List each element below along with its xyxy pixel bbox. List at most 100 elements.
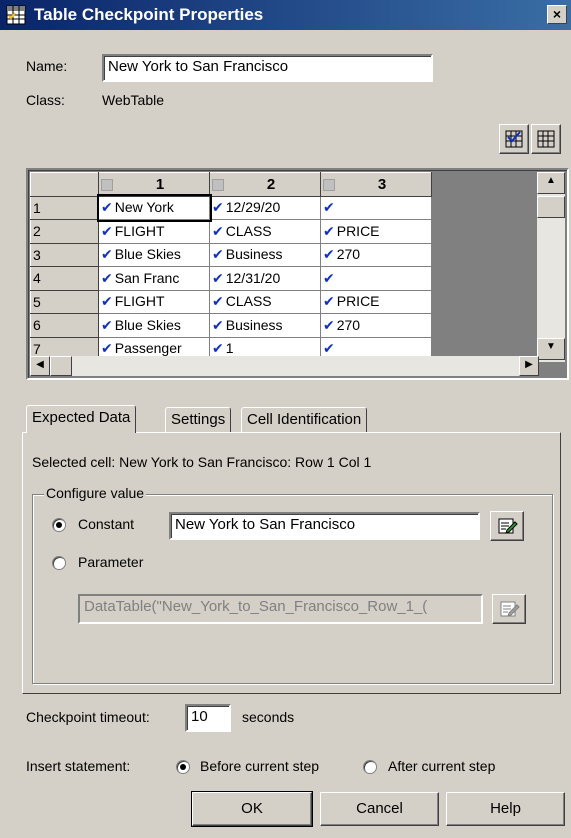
select-all-cells-button[interactable] xyxy=(499,124,529,154)
selected-cell-text: Selected cell: New York to San Francisco… xyxy=(32,454,372,470)
scroll-thumb[interactable] xyxy=(537,196,565,218)
grid-cell[interactable]: ✔ Business xyxy=(209,313,321,338)
grid-vertical-scrollbar[interactable]: ▲ ▼ xyxy=(537,172,565,362)
cell-text: Blue Skies xyxy=(114,316,181,333)
grid-cell[interactable]: ✔ Blue Skies xyxy=(98,242,210,267)
checkmark-icon: ✔ xyxy=(101,246,113,263)
constant-radio[interactable] xyxy=(52,518,66,532)
grid-cell[interactable]: ✔ New York xyxy=(96,194,212,222)
tab-expected-data[interactable]: Expected Data xyxy=(26,405,137,433)
before-step-radio[interactable] xyxy=(176,760,190,774)
timeout-unit: seconds xyxy=(242,709,295,725)
row-header[interactable]: 4 xyxy=(30,266,99,291)
select-all-icon xyxy=(505,130,523,148)
parameter-radio[interactable] xyxy=(52,556,66,570)
cell-text: Business xyxy=(225,316,283,333)
checkpoint-grid[interactable]: 1 2 3 1 ✔ New York ✔ 12/29/20 ✔ 2 ✔ FLIGHT ✔ CLASS… xyxy=(26,168,569,380)
grid-cell[interactable]: ✔ 270 xyxy=(320,242,432,267)
scroll-right-arrow-icon[interactable]: ▶ xyxy=(519,356,539,376)
edit-pencil-icon xyxy=(498,518,518,534)
row-header[interactable]: 6 xyxy=(30,313,99,338)
checkmark-icon: ✔ xyxy=(212,246,224,263)
grid-cell[interactable]: ✔ Business xyxy=(209,242,321,267)
grid-horizontal-scrollbar[interactable]: ◀ ▶ xyxy=(30,356,539,376)
checkmark-icon: ✔ xyxy=(101,199,113,216)
row-header[interactable]: 2 xyxy=(30,219,99,244)
checkmark-icon: ✔ xyxy=(101,293,113,310)
checkmark-icon: ✔ xyxy=(101,316,113,333)
cell-text: 12/31/20 xyxy=(225,269,281,286)
cell-text: FLIGHT xyxy=(114,222,165,239)
cell-text: CLASS xyxy=(225,293,272,310)
window-title: Table Checkpoint Properties xyxy=(34,5,264,24)
checkmark-icon: ✔ xyxy=(323,222,335,239)
cell-text: PRICE xyxy=(336,222,380,239)
h-scroll-thumb[interactable] xyxy=(50,356,72,376)
title-bar[interactable]: Table Checkpoint Properties × xyxy=(0,0,571,30)
row-header[interactable]: 3 xyxy=(30,242,99,267)
insert-statement-label: Insert statement: xyxy=(26,758,131,774)
grid-cell[interactable]: ✔ CLASS xyxy=(209,219,321,244)
checkmark-icon: ✔ xyxy=(323,269,335,286)
row-header[interactable]: 1 xyxy=(30,195,99,220)
tab-cell-identification[interactable]: Cell Identification xyxy=(241,407,368,433)
row-header[interactable]: 5 xyxy=(30,289,99,314)
grid-cell[interactable]: ✔ FLIGHT xyxy=(98,289,210,314)
after-step-label[interactable]: After current step xyxy=(388,758,495,774)
grid-table: 1 2 3 1 ✔ New York ✔ 12/29/20 ✔ 2 ✔ FLIGHT ✔ CLASS… xyxy=(30,172,432,361)
tab-settings[interactable]: Settings xyxy=(165,407,232,433)
table-row: 1 ✔ New York ✔ 12/29/20 ✔ xyxy=(30,194,432,222)
name-input[interactable]: New York to San Francisco xyxy=(102,54,433,82)
grid-cell[interactable]: ✔ FLIGHT xyxy=(98,219,210,244)
before-step-label[interactable]: Before current step xyxy=(200,758,319,774)
cancel-button[interactable]: Cancel xyxy=(320,792,439,826)
checkmark-icon: ✔ xyxy=(101,269,113,286)
close-button[interactable]: × xyxy=(547,5,567,24)
constant-label[interactable]: Constant xyxy=(78,516,134,532)
grid-cell[interactable]: ✔ xyxy=(320,195,432,220)
name-label: Name: xyxy=(26,58,68,74)
constant-value-input[interactable]: New York to San Francisco xyxy=(169,512,480,540)
grid-cell[interactable]: ✔ Blue Skies xyxy=(98,313,210,338)
parameter-value-input[interactable]: DataTable("New_York_to_San_Francisco_Row… xyxy=(78,594,483,624)
cell-text: 270 xyxy=(336,316,361,333)
cell-text: San Franc xyxy=(114,269,180,286)
checkmark-icon: ✔ xyxy=(101,222,113,239)
checkmark-icon: ✔ xyxy=(101,340,113,357)
timeout-input[interactable]: 10 xyxy=(185,704,231,732)
checkmark-icon: ✔ xyxy=(323,340,335,357)
help-button[interactable]: Help xyxy=(446,792,565,826)
timeout-label: Checkpoint timeout: xyxy=(26,709,150,725)
grid-cell[interactable]: ✔ 12/31/20 xyxy=(209,266,321,291)
cell-text: CLASS xyxy=(225,222,272,239)
ok-button[interactable]: OK xyxy=(191,791,313,827)
grid-cell[interactable]: ✔ 12/29/20 xyxy=(209,195,321,220)
clear-all-cells-button[interactable] xyxy=(531,124,561,154)
checkmark-icon: ✔ xyxy=(323,316,335,333)
cell-text: New York xyxy=(114,199,174,216)
scroll-up-arrow-icon[interactable]: ▲ xyxy=(537,172,565,194)
table-checkpoint-icon xyxy=(6,5,26,25)
cell-text: Passenger xyxy=(114,340,182,357)
grid-cell[interactable]: ✔ San Franc xyxy=(98,266,210,291)
edit-constant-button[interactable] xyxy=(490,511,524,541)
scroll-left-arrow-icon[interactable]: ◀ xyxy=(30,356,50,376)
clear-all-icon xyxy=(537,130,555,148)
column-header[interactable]: 2 xyxy=(209,172,321,197)
checkmark-icon: ✔ xyxy=(212,222,224,239)
grid-cell[interactable]: ✔ 270 xyxy=(320,313,432,338)
grid-cell[interactable]: ✔ PRICE xyxy=(320,219,432,244)
after-step-radio[interactable] xyxy=(363,760,377,774)
grid-cell[interactable]: ✔ xyxy=(320,266,432,291)
column-header[interactable]: 1 xyxy=(98,172,210,197)
cell-text: Business xyxy=(225,246,283,263)
parameter-label[interactable]: Parameter xyxy=(78,554,143,570)
scroll-down-arrow-icon[interactable]: ▼ xyxy=(537,338,565,360)
edit-parameter-button[interactable] xyxy=(492,594,526,624)
table-row: 4 ✔ San Franc ✔ 12/31/20 ✔ xyxy=(30,266,432,291)
cell-text: FLIGHT xyxy=(114,293,165,310)
table-row: 2 ✔ FLIGHT ✔ CLASS ✔ PRICE xyxy=(30,219,432,244)
grid-cell[interactable]: ✔ CLASS xyxy=(209,289,321,314)
column-header[interactable]: 3 xyxy=(320,172,432,197)
grid-cell[interactable]: ✔ PRICE xyxy=(320,289,432,314)
